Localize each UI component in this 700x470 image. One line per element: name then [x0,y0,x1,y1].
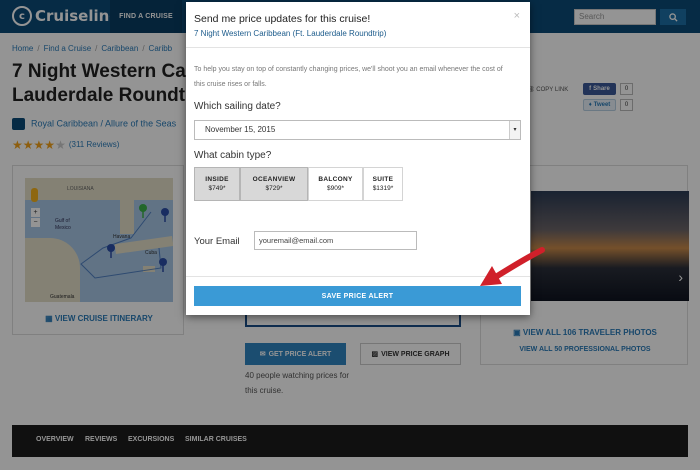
cabin-option-oceanview[interactable]: OCEANVIEW $729* [240,167,308,201]
modal-header: Send me price updates for this cruise! 7… [186,2,530,48]
modal-description: To help you stay on top of constantly ch… [194,66,503,88]
cabin-price: $1319* [372,185,394,192]
sailing-date-label: Which sailing date? [194,101,281,112]
cabin-name: BALCONY [318,176,353,183]
save-price-alert-button[interactable]: SAVE PRICE ALERT [194,286,521,306]
email-field[interactable] [254,231,417,250]
cabin-price: $749* [208,185,226,192]
dropdown-arrow-icon: ▾ [509,121,520,139]
cabin-price: $909* [327,185,344,192]
close-icon[interactable]: × [514,10,520,22]
cabin-option-suite[interactable]: SUITE $1319* [363,167,403,201]
cabin-name: SUITE [372,176,394,183]
cabin-name: INSIDE [205,176,229,183]
sailing-date-value: November 15, 2015 [205,125,276,134]
cabin-name: OCEANVIEW [252,176,296,183]
modal-subtitle: 7 Night Western Caribbean (Ft. Lauderdal… [194,29,387,38]
email-label: Your Email [194,236,240,247]
cabin-price: $729* [265,185,283,192]
cabin-type-label: What cabin type? [194,150,272,161]
red-arrow-icon [480,247,545,286]
cabin-option-inside[interactable]: INSIDE $749* [194,167,240,201]
modal-title: Send me price updates for this cruise! [194,13,371,25]
cabin-option-balcony[interactable]: BALCONY $909* [308,167,363,201]
sailing-date-select[interactable]: November 15, 2015 ▾ [194,120,521,140]
